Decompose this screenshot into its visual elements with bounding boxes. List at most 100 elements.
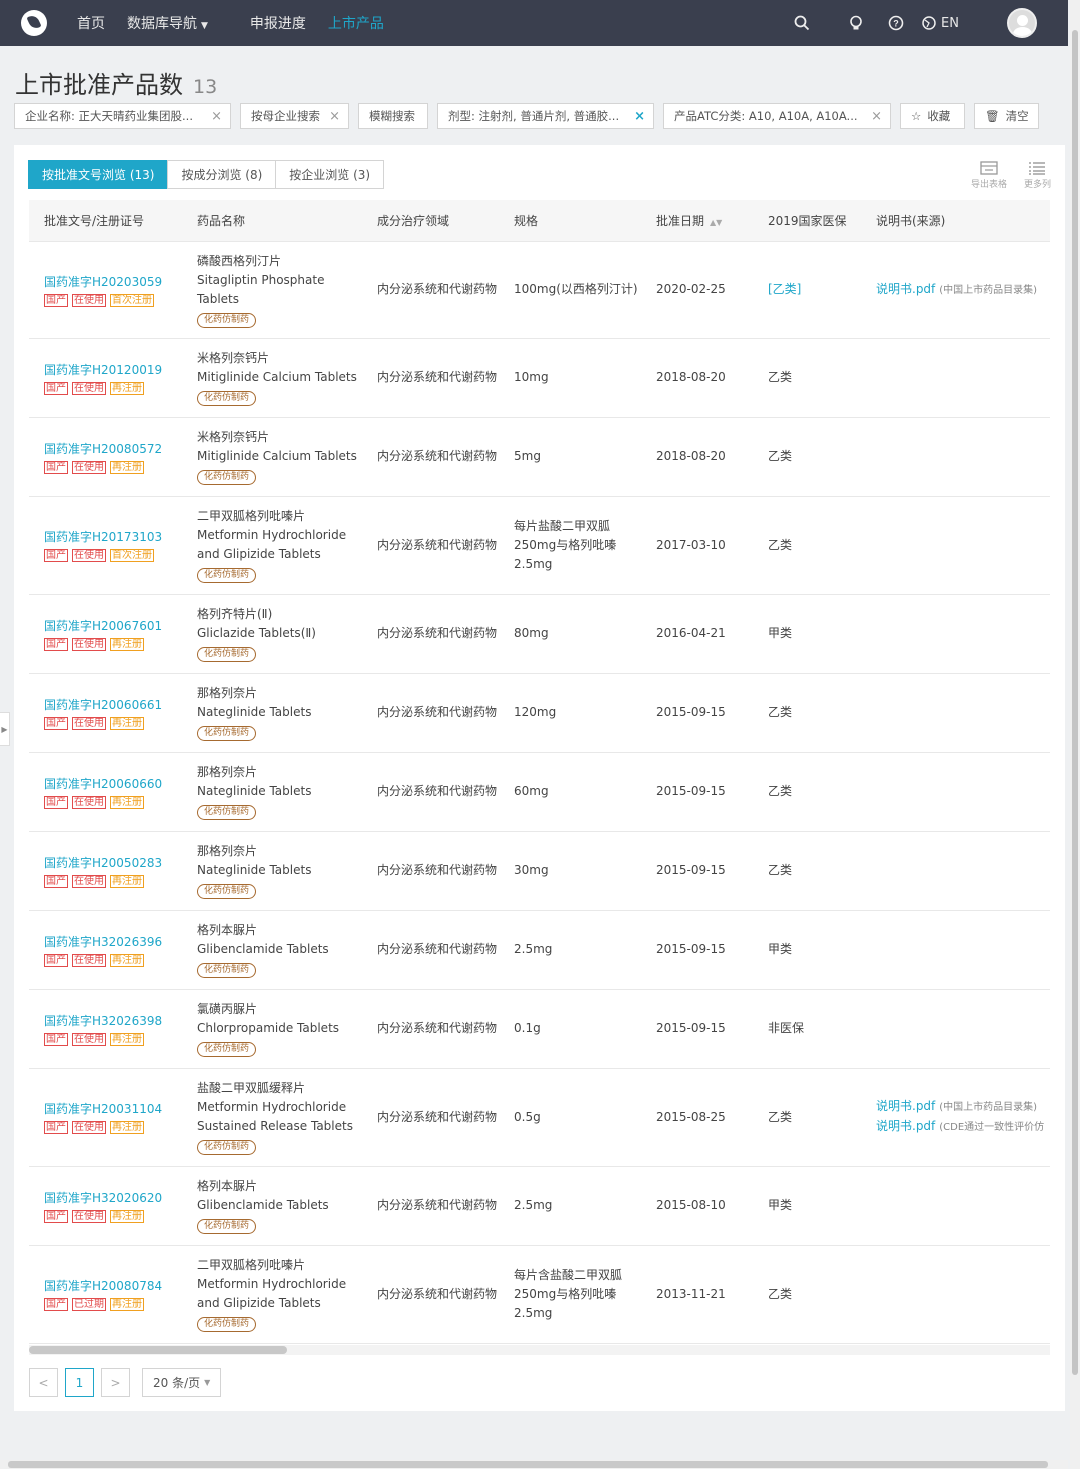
cell-approval-date: 2018-08-20 <box>641 338 753 418</box>
next-page-button[interactable]: > <box>101 1368 130 1397</box>
cell-manual <box>861 594 1050 674</box>
table-row[interactable]: 国药准字H32026396 国产 在使用 再注册 格列本脲片 Glibenclamide … <box>29 910 1050 990</box>
drug-name-en: Nateglinide Tablets <box>197 705 312 719</box>
horizontal-scrollbar[interactable] <box>29 1345 1050 1355</box>
cell-insurance: 乙类 <box>753 1068 861 1167</box>
clear-button[interactable]: 🗑 清空 <box>974 103 1039 129</box>
drug-type-tag: 化药仿制药 <box>197 312 257 328</box>
approval-number-link[interactable]: 国药准字H20173103 <box>44 528 182 547</box>
close-icon[interactable]: × <box>211 109 222 124</box>
table-row[interactable]: 国药准字H20173103 国产 在使用 首次注册 二甲双胍格列吡嗪片 Metformin… <box>29 496 1050 595</box>
approval-number-link[interactable]: 国药准字H32020620 <box>44 1189 182 1208</box>
drug-name-en: Metformin Hydrochloride and Glipizide Ta… <box>197 1277 347 1310</box>
scrollbar-thumb[interactable] <box>29 1346 287 1354</box>
approval-number-link[interactable]: 国药准字H20080784 <box>44 1277 182 1296</box>
cell-manual <box>861 831 1050 911</box>
table-row[interactable]: 国药准字H20031104 国产 在使用 再注册 盐酸二甲双胍缓释片 Metformin … <box>29 1068 1050 1167</box>
table-row[interactable]: 国药准字H20203059 国产 在使用 首次注册 磷酸西格列汀片 Sitagliptin… <box>29 241 1050 339</box>
tab-by-approval[interactable]: 按批准文号浏览 (13) <box>28 160 169 189</box>
tab-by-company[interactable]: 按企业浏览 (3) <box>275 160 385 189</box>
approval-number-link[interactable]: 国药准字H20067601 <box>44 617 182 636</box>
approval-number-link[interactable]: 国药准字H20120019 <box>44 361 182 380</box>
cell-approval-date: 2015-09-15 <box>641 989 753 1069</box>
registration-badge: 再注册 <box>110 716 144 730</box>
export-label: 导出表格 <box>970 180 1007 190</box>
nav-market-products[interactable]: 上市产品 <box>328 13 384 33</box>
lightbulb-icon[interactable] <box>848 15 864 31</box>
page-size-select[interactable]: 20 条/页 ▼ <box>142 1368 222 1397</box>
approval-number-link[interactable]: 国药准字H20060661 <box>44 696 182 715</box>
status-badge: 在使用 <box>72 795 106 809</box>
manual-link[interactable]: 说明书.pdf <box>876 1099 935 1113</box>
language-switch[interactable]: EN <box>922 16 959 31</box>
drug-type-tag: 化药仿制药 <box>197 884 257 899</box>
filter-company[interactable]: 企业名称: 正大天晴药业集团股... × <box>14 103 231 129</box>
cell-spec: 2.5mg <box>499 910 641 990</box>
star-icon: ☆ <box>911 109 922 123</box>
insurance-value[interactable]: [乙类] <box>768 282 801 296</box>
table-row[interactable]: 国药准字H32026398 国产 在使用 再注册 氯磺丙脲片 Chlorpropamide… <box>29 989 1050 1069</box>
avatar[interactable] <box>1007 8 1037 38</box>
status-badges: 国产 在使用 再注册 <box>44 874 182 888</box>
nav-progress[interactable]: 申报进度 <box>250 13 306 33</box>
status-badge: 在使用 <box>72 1032 106 1046</box>
table-row[interactable]: 国药准字H32020620 国产 在使用 再注册 格列本脲片 Glibenclamide … <box>29 1166 1050 1246</box>
help-icon[interactable]: ? <box>888 15 904 31</box>
approval-number-link[interactable]: 国药准字H20080572 <box>44 440 182 459</box>
table-row[interactable]: 国药准字H20080572 国产 在使用 再注册 米格列奈钙片 Mitiglinide C… <box>29 417 1050 497</box>
origin-badge: 国产 <box>44 381 68 395</box>
export-button[interactable]: 导出表格 <box>971 161 1007 190</box>
close-icon[interactable]: × <box>871 109 882 124</box>
table-row[interactable]: 国药准字H20080784 国产 已过期 再注册 二甲双胍格列吡嗪片 Metformin … <box>29 1245 1050 1344</box>
manual-entry: 说明书.pdf (CDE通过一致性评价仿 <box>876 1117 1050 1137</box>
vertical-scrollbar[interactable] <box>1070 0 1080 1469</box>
table-tools: 导出表格 更多列 <box>971 161 1051 190</box>
table-row[interactable]: 国药准字H20060661 国产 在使用 再注册 那格列奈片 Nateglinide Ta… <box>29 673 1050 753</box>
filter-fuzzy[interactable]: 模糊搜索 <box>358 103 428 129</box>
page-horizontal-scrollbar[interactable] <box>0 1460 1068 1469</box>
approval-number-link[interactable]: 国药准字H20060660 <box>44 775 182 794</box>
cell-approval: 国药准字H20203059 国产 在使用 首次注册 <box>29 241 182 339</box>
drug-name-en: Metformin Hydrochloride Sustained Releas… <box>197 1100 353 1133</box>
logo-icon[interactable] <box>21 10 47 36</box>
status-badge: 在使用 <box>72 1121 106 1134</box>
cell-spec: 30mg <box>499 831 641 911</box>
filter-dosage[interactable]: 剂型: 注射剂, 普通片剂, 普通胶... × <box>437 103 654 129</box>
cell-insurance: [乙类] <box>753 241 861 339</box>
status-badges: 国产 在使用 再注册 <box>44 1032 182 1046</box>
table-row[interactable]: 国药准字H20060660 国产 在使用 再注册 那格列奈片 Nateglinide Ta… <box>29 752 1050 832</box>
approval-number-link[interactable]: 国药准字H20031104 <box>44 1100 182 1119</box>
sidebar-expand-toggle[interactable]: ▶ <box>0 712 10 746</box>
scrollbar-thumb[interactable] <box>1072 30 1078 1375</box>
close-icon[interactable]: × <box>634 109 645 124</box>
table-row[interactable]: 国药准字H20050283 国产 在使用 再注册 那格列奈片 Nateglinide Ta… <box>29 831 1050 911</box>
favorite-button[interactable]: ☆ 收藏 <box>900 103 965 129</box>
table-row[interactable]: 国药准字H20067601 国产 在使用 再注册 格列齐特片(Ⅱ) Gliclazide … <box>29 594 1050 674</box>
page-1-button[interactable]: 1 <box>65 1368 94 1397</box>
approval-number-link[interactable]: 国药准字H32026396 <box>44 933 182 952</box>
manual-link[interactable]: 说明书.pdf <box>876 1119 935 1133</box>
insurance-value: 乙类 <box>768 1109 793 1124</box>
tab-by-ingredient[interactable]: 按成分浏览 (8) <box>167 160 277 189</box>
scrollbar-thumb[interactable] <box>8 1461 1048 1468</box>
approval-number-link[interactable]: 国药准字H32026398 <box>44 1012 182 1031</box>
approval-number-link[interactable]: 国药准字H20050283 <box>44 854 182 873</box>
table-row[interactable]: 国药准字H20120019 国产 在使用 再注册 米格列奈钙片 Mitiglinide C… <box>29 338 1050 418</box>
nav-database[interactable]: 数据库导航 ▼ <box>127 13 208 33</box>
manual-entry: 说明书.pdf (中国上市药品目录集) <box>876 1097 1050 1117</box>
filter-parent-search[interactable]: 按母企业搜索 × <box>240 103 349 129</box>
approval-number-link[interactable]: 国药准字H20203059 <box>44 273 182 292</box>
prev-page-button[interactable]: < <box>29 1368 58 1397</box>
col-therapy-area: 成分治疗领域 <box>362 200 499 242</box>
filter-atc[interactable]: 产品ATC分类: A10, A10A, A10A... × <box>663 103 891 129</box>
origin-badge: 国产 <box>44 460 68 474</box>
close-icon[interactable]: × <box>329 109 340 124</box>
drug-name-cn: 那格列奈片 <box>197 765 258 779</box>
cell-spec: 120mg <box>499 673 641 753</box>
manual-link[interactable]: 说明书.pdf <box>876 282 935 296</box>
col-approval-date[interactable]: 批准日期 ▲▼ <box>641 200 753 242</box>
search-icon[interactable] <box>794 15 810 31</box>
more-columns-button[interactable]: 更多列 <box>1024 161 1051 190</box>
sort-icon[interactable]: ▲▼ <box>710 218 722 227</box>
nav-home[interactable]: 首页 <box>77 13 105 33</box>
